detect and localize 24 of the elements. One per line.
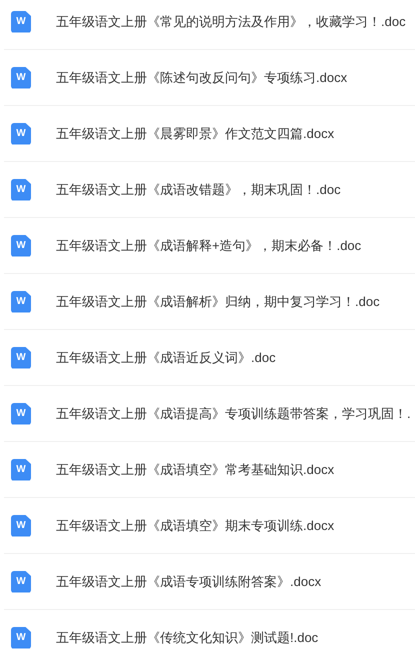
- word-file-icon: W: [11, 122, 31, 144]
- word-file-icon: W: [11, 514, 31, 536]
- file-name[interactable]: 五年级语文上册《成语填空》常考基础知识.docx: [56, 460, 334, 480]
- word-file-icon: W: [11, 402, 31, 424]
- file-name[interactable]: 五年级语文上册《成语提高》专项训练题带答案，学习巩固！.: [56, 404, 411, 424]
- word-file-icon: W: [11, 10, 31, 32]
- word-file-icon: W: [11, 626, 31, 648]
- word-file-icon: W: [11, 570, 31, 592]
- word-file-icon: W: [11, 290, 31, 312]
- word-file-icon: W: [11, 178, 31, 200]
- word-file-icon: W: [11, 234, 31, 256]
- file-name[interactable]: 五年级语文上册《陈述句改反问句》专项练习.docx: [56, 68, 348, 88]
- file-name[interactable]: 五年级语文上册《成语专项训练附答案》.docx: [56, 572, 322, 592]
- file-name[interactable]: 五年级语文上册《成语改错题》，期末巩固！.doc: [56, 180, 341, 200]
- file-name[interactable]: 五年级语文上册《成语近反义词》.doc: [56, 348, 276, 368]
- file-name[interactable]: 五年级语文上册《晨雾即景》作文范文四篇.docx: [56, 124, 334, 144]
- file-name[interactable]: 五年级语文上册《成语解释+造句》，期末必备！.doc: [56, 236, 362, 256]
- word-file-icon: W: [11, 458, 31, 480]
- word-file-icon: W: [11, 346, 31, 368]
- file-name[interactable]: 五年级语文上册《成语解析》归纳，期中复习学习！.doc: [56, 292, 380, 312]
- file-name[interactable]: 五年级语文上册《成语填空》期末专项训练.docx: [56, 516, 334, 536]
- file-name[interactable]: 五年级语文上册《传统文化知识》测试题!.doc: [56, 628, 318, 648]
- word-file-icon: W: [11, 66, 31, 88]
- file-name[interactable]: 五年级语文上册《常见的说明方法及作用》，收藏学习！.doc: [56, 12, 406, 32]
